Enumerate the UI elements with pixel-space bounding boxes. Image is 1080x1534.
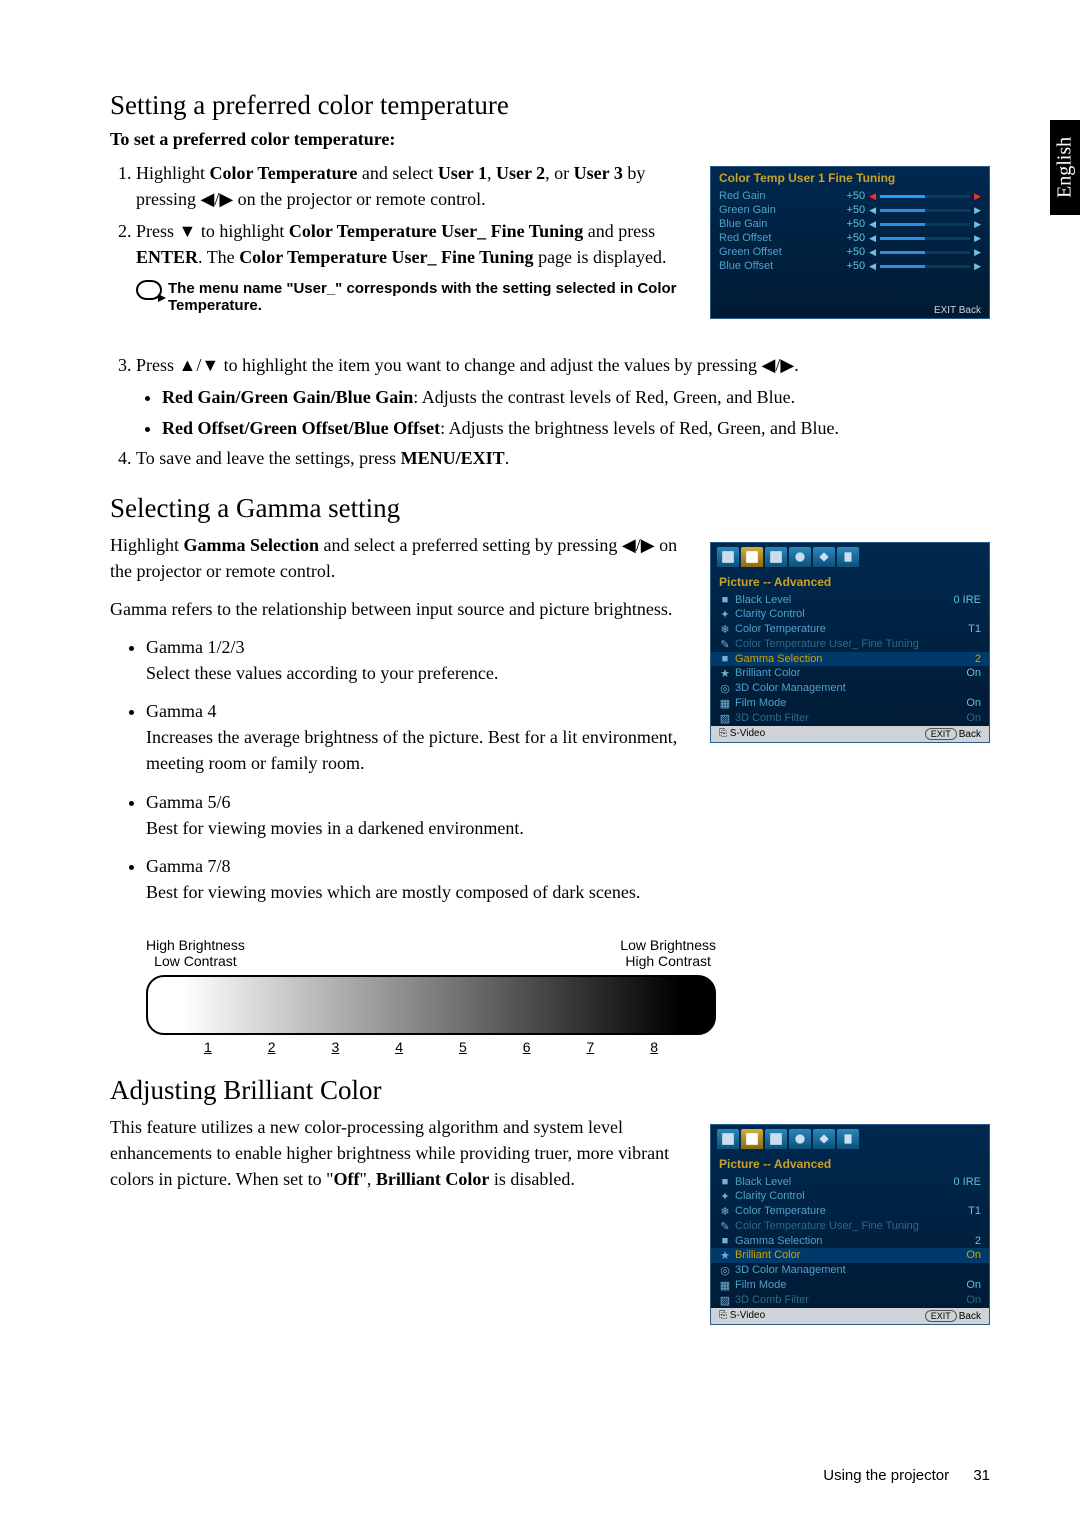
brilliant-p1: This feature utilizes a new color-proces…: [110, 1114, 690, 1192]
osd3-source: S-Video: [730, 1310, 765, 1321]
osd3-exit: EXIT: [925, 1310, 957, 1322]
osd-menu-row: ▦Film ModeOn: [711, 1278, 989, 1293]
steps-list-cont2: To save and leave the settings, press ME…: [110, 445, 990, 471]
g2: Gamma 4: [146, 701, 216, 721]
osd1-back: Back: [959, 305, 981, 316]
gamma-p1: Highlight Gamma Selection and select a p…: [110, 532, 690, 584]
osd-menu-title: Picture -- Advanced: [711, 571, 989, 593]
osd-picture-adv-brilliant: Picture -- Advanced ■Black Level0 IRE✦Cl…: [710, 1124, 990, 1325]
osd-menu-title-2: Picture -- Advanced: [711, 1153, 989, 1175]
osd1-title: Color Temp User 1 Fine Tuning: [711, 167, 989, 189]
osd1-row: Blue Offset+50◀▶: [711, 259, 989, 273]
gc-gradient: [146, 975, 716, 1035]
g3: Gamma 5/6: [146, 792, 230, 812]
gc-right-b: High Contrast: [620, 953, 716, 969]
gc-num: 8: [650, 1039, 658, 1055]
gc-numbers: 1 2 3 4 5 6 7 8: [146, 1039, 716, 1055]
heading-gamma: Selecting a Gamma setting: [110, 493, 990, 524]
osd-menu-row: ▨3D Comb FilterOn: [711, 711, 989, 726]
osd2-exit: EXIT: [925, 728, 957, 740]
gc-left-b: Low Contrast: [146, 953, 245, 969]
heading-color-temp: Setting a preferred color temperature: [110, 90, 990, 121]
osd1-row: Green Gain+50◀▶: [711, 203, 989, 217]
osd-menu-row: ★Brilliant ColorOn: [711, 666, 989, 681]
osd1-row: Red Gain+50◀▶: [711, 189, 989, 203]
step-3: Press ▲/▼ to highlight the item you want…: [136, 352, 990, 378]
osd1-row: Red Offset+50◀▶: [711, 231, 989, 245]
osd-menu-row: ■Black Level0 IRE: [711, 1175, 989, 1189]
footer-section: Using the projector: [823, 1467, 949, 1484]
osd-menu-row: ▨3D Comb FilterOn: [711, 1293, 989, 1308]
footer-page: 31: [973, 1467, 990, 1484]
osd-menu-row: ✎Color Temperature User_ Fine Tuning: [711, 637, 989, 652]
step-4: To save and leave the settings, press ME…: [136, 445, 990, 471]
note-icon: [136, 280, 162, 300]
gc-num: 3: [331, 1039, 339, 1055]
osd-menu-row: ◎3D Color Management: [711, 681, 989, 696]
src-icon: ⎘: [719, 728, 727, 739]
gc-num: 7: [586, 1039, 594, 1055]
osd-menu-row: ◎3D Color Management: [711, 1263, 989, 1278]
gc-num: 2: [268, 1039, 276, 1055]
osd-menu-row: ❄Color TemperatureT1: [711, 622, 989, 637]
g4-desc: Best for viewing movies which are mostly…: [146, 879, 690, 905]
osd-menu-row: ❄Color TemperatureT1: [711, 1204, 989, 1219]
gc-num: 6: [523, 1039, 531, 1055]
osd2-source: S-Video: [730, 728, 765, 739]
step-1: Highlight Color Temperature and select U…: [136, 160, 690, 212]
osd2-back: Back: [959, 729, 981, 740]
osd-menu-row: ★Brilliant ColorOn: [711, 1248, 989, 1263]
g1-desc: Select these values according to your pr…: [146, 660, 690, 686]
osd-menu-row: ■Black Level0 IRE: [711, 593, 989, 607]
osd-fine-tuning: Color Temp User 1 Fine Tuning Red Gain+5…: [710, 166, 990, 319]
g4: Gamma 7/8: [146, 856, 230, 876]
osd-menu-row: ✎Color Temperature User_ Fine Tuning: [711, 1219, 989, 1234]
g2-desc: Increases the average brightness of the …: [146, 724, 690, 776]
gamma-chart: High Brightness Low Contrast Low Brightn…: [146, 937, 716, 1055]
g1: Gamma 1/2/3: [146, 637, 244, 657]
sub-1: Red Gain/Green Gain/Blue Gain: Adjusts t…: [162, 384, 990, 410]
sub-list: Red Gain/Green Gain/Blue Gain: Adjusts t…: [110, 384, 990, 440]
osd1-row: Green Offset+50◀▶: [711, 245, 989, 259]
gc-right-a: Low Brightness: [620, 937, 716, 953]
gc-left-a: High Brightness: [146, 937, 245, 953]
gc-num: 1: [204, 1039, 212, 1055]
osd-tabs: [711, 543, 989, 571]
steps-list: Highlight Color Temperature and select U…: [110, 160, 690, 270]
gc-num: 4: [395, 1039, 403, 1055]
osd-picture-adv-gamma: Picture -- Advanced ■Black Level0 IRE✦Cl…: [710, 542, 990, 743]
note-box: The menu name "User_" corresponds with t…: [136, 280, 690, 314]
note-text: The menu name "User_" corresponds with t…: [168, 280, 690, 314]
osd-menu-row: ▦Film ModeOn: [711, 696, 989, 711]
gamma-list: Gamma 1/2/3 Select these values according…: [110, 634, 690, 905]
sub-2: Red Offset/Green Offset/Blue Offset: Adj…: [162, 415, 990, 441]
language-tab: English: [1050, 120, 1080, 215]
step-2: Press ▼ to highlight Color Temperature U…: [136, 218, 690, 270]
osd-menu-row: ✦Clarity Control: [711, 607, 989, 622]
src-icon-2: ⎘: [719, 1310, 727, 1321]
osd1-row: Blue Gain+50◀▶: [711, 217, 989, 231]
osd-tabs-2: [711, 1125, 989, 1153]
page-footer: Using the projector 31: [823, 1467, 990, 1484]
osd-menu-row: ■Gamma Selection2: [711, 1234, 989, 1248]
osd-menu-row: ✦Clarity Control: [711, 1189, 989, 1204]
subheading-color-temp: To set a preferred color temperature:: [110, 129, 990, 150]
g3-desc: Best for viewing movies in a darkened en…: [146, 815, 690, 841]
steps-list-cont: Press ▲/▼ to highlight the item you want…: [110, 352, 990, 378]
osd3-back: Back: [959, 1311, 981, 1322]
gamma-p2: Gamma refers to the relationship between…: [110, 596, 690, 622]
osd-menu-row: ■Gamma Selection2: [711, 652, 989, 666]
heading-brilliant: Adjusting Brilliant Color: [110, 1075, 990, 1106]
gc-num: 5: [459, 1039, 467, 1055]
osd1-exit: EXIT: [934, 305, 956, 316]
